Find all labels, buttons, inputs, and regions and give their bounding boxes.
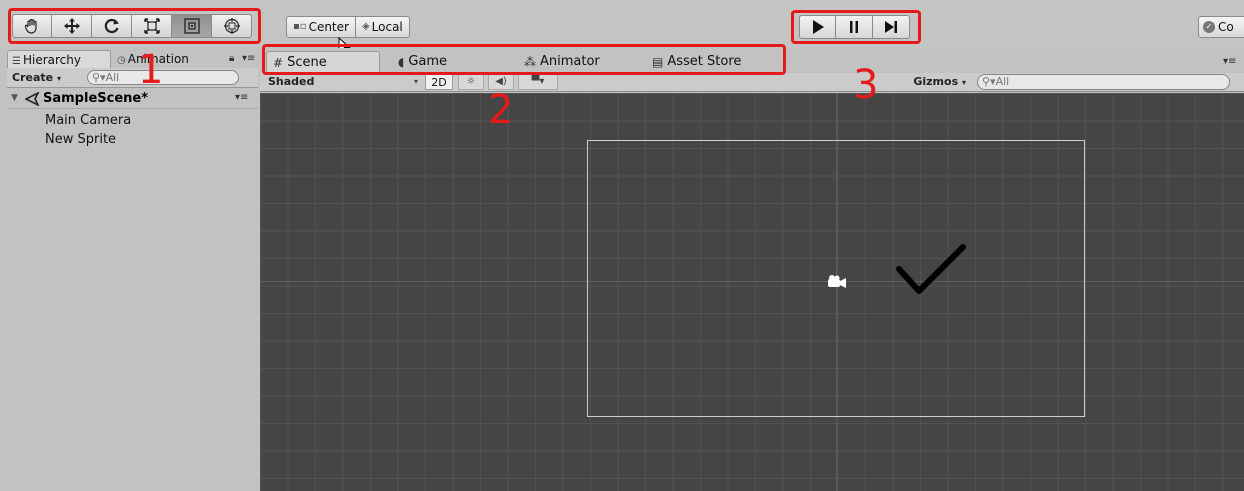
- scene-name: SampleScene*: [43, 91, 149, 106]
- check-circle-icon: ✓: [1203, 21, 1215, 33]
- search-icon: ⚲▾: [982, 75, 996, 88]
- pivot-local-button[interactable]: ◈ Local: [355, 16, 410, 38]
- lock-icon[interactable]: 🔒︎: [229, 53, 234, 64]
- scene-search-placeholder: All: [995, 75, 1010, 88]
- annotation-box-3: [791, 10, 921, 44]
- scene-viewport[interactable]: [260, 93, 1244, 491]
- shading-mode-dropdown[interactable]: Shaded ▾: [264, 74, 420, 90]
- collab-button[interactable]: ✓ Co: [1198, 16, 1244, 38]
- annotation-box-2: [262, 44, 786, 75]
- gizmos-label: Gizmos: [913, 75, 959, 88]
- effects-dropdown[interactable]: ▀▾: [518, 74, 558, 90]
- search-icon: ⚲▾: [92, 71, 106, 84]
- collab-label: Co: [1218, 20, 1234, 34]
- dropdown-arrow-icon: ▾: [961, 78, 966, 87]
- tab-hierarchy-label: Hierarchy: [22, 53, 81, 67]
- image-icon: ▀▾: [531, 76, 545, 87]
- create-dropdown[interactable]: Create ▾: [9, 70, 64, 85]
- unity-scene-icon: [25, 92, 40, 106]
- clock-icon: ◷: [117, 55, 126, 66]
- sun-icon: ☼: [466, 76, 476, 87]
- camera-gizmo-icon[interactable]: [826, 274, 848, 290]
- scene-panel-menu-icon[interactable]: ▾≡: [1223, 56, 1236, 67]
- dropdown-arrow-icon: ▾: [56, 74, 61, 83]
- hierarchy-item-new-sprite[interactable]: New Sprite: [45, 131, 116, 149]
- annotation-label-3: 3: [853, 62, 879, 108]
- list-icon: ☰: [12, 56, 21, 67]
- unity-editor-window: ▪▫ Center ◈ Local ✓ Co ☰ Hierarchy ◷ Ani…: [0, 0, 1244, 491]
- pivot-center-label: Center: [308, 20, 349, 34]
- pivot-toggles: ▪▫ Center ◈ Local: [286, 16, 410, 38]
- annotation-label-1: 1: [138, 47, 164, 93]
- dropdown-arrow-icon: ▾: [413, 77, 418, 86]
- create-label: Create: [12, 71, 54, 84]
- tab-hierarchy[interactable]: ☰ Hierarchy: [7, 50, 111, 68]
- hierarchy-tab-bar: ☰ Hierarchy ◷ Animation 🔒︎ ▾≡: [7, 50, 258, 68]
- gizmos-dropdown[interactable]: Gizmos ▾: [900, 74, 970, 90]
- expand-triangle-icon[interactable]: ▼: [11, 93, 18, 103]
- hierarchy-item-main-camera[interactable]: Main Camera: [45, 112, 131, 130]
- scene-panel: # Scene ◖ Game ⁂ Animator ▤ Asset Store ▾≡ S…: [260, 48, 1244, 491]
- pivot-local-label: Local: [371, 20, 403, 34]
- hierarchy-toolbar: Create ▾ ⚲▾All: [7, 68, 258, 88]
- scene-search-input[interactable]: ⚲▾All: [977, 74, 1230, 90]
- shading-mode-label: Shaded: [268, 75, 315, 88]
- checkmark-sprite[interactable]: [895, 243, 967, 299]
- scene-root-row[interactable]: ▼ SampleScene* ▾≡: [7, 89, 258, 109]
- speaker-icon: ◀): [495, 76, 507, 87]
- hierarchy-search-placeholder: All: [105, 71, 120, 84]
- panel-menu-icon[interactable]: ▾≡: [242, 53, 255, 64]
- cube-icon: ◈: [361, 21, 370, 32]
- pivot-center-icon: ▪▫: [293, 21, 307, 32]
- pivot-center-button[interactable]: ▪▫ Center: [286, 16, 356, 38]
- annotation-label-2: 2: [488, 87, 514, 133]
- lighting-toggle[interactable]: ☼: [458, 74, 484, 90]
- scene-menu-icon[interactable]: ▾≡: [235, 92, 248, 103]
- mode-2d-toggle[interactable]: 2D: [425, 74, 453, 90]
- scene-toolbar: Shaded ▾ 2D ☼ ◀) ▀▾ Gizmos ▾ ⚲▾All: [260, 73, 1244, 92]
- annotation-box-1: [8, 8, 261, 44]
- hierarchy-panel: ☰ Hierarchy ◷ Animation 🔒︎ ▾≡ Create ▾ ⚲▾A…: [7, 48, 258, 491]
